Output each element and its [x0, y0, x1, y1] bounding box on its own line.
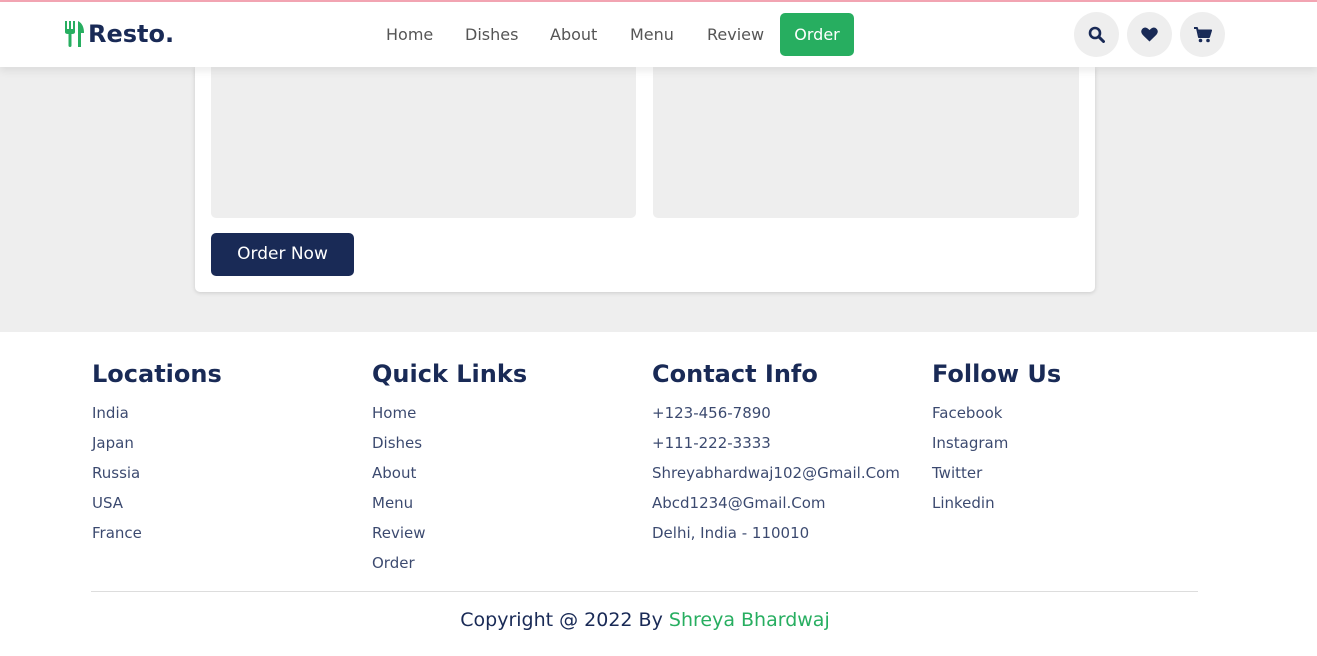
nav-dishes[interactable]: Dishes — [465, 13, 518, 56]
footer-link[interactable]: Delhi, India - 110010 — [652, 518, 912, 548]
footer-link[interactable]: Menu — [372, 488, 632, 518]
footer-link[interactable]: France — [92, 518, 352, 548]
footer-link[interactable]: +123-456-7890 — [652, 398, 912, 428]
footer-link[interactable]: Instagram — [932, 428, 1192, 458]
footer-link[interactable]: India — [92, 398, 352, 428]
footer-heading: Follow Us — [932, 360, 1062, 388]
search-button[interactable] — [1074, 12, 1119, 57]
nav-review[interactable]: Review — [707, 13, 764, 56]
credit-author-link[interactable]: Shreya Bhardwaj — [669, 609, 830, 631]
copyright-credit: Copyright @ 2022 By Shreya Bhardwaj — [0, 606, 1290, 634]
order-section: Order Now — [0, 67, 1317, 332]
footer-locations: Locations India Japan Russia USA France — [92, 358, 352, 548]
textarea-field-right[interactable] — [653, 67, 1079, 218]
nav-home[interactable]: Home — [386, 13, 433, 56]
footer-link[interactable]: About — [372, 458, 632, 488]
search-icon — [1088, 26, 1105, 43]
footer-heading: Contact Info — [652, 360, 818, 388]
footer-link[interactable]: Japan — [92, 428, 352, 458]
textarea-field-left[interactable] — [211, 67, 636, 218]
footer-link[interactable]: Russia — [92, 458, 352, 488]
favorites-button[interactable] — [1127, 12, 1172, 57]
footer-link[interactable]: Facebook — [932, 398, 1192, 428]
footer-link[interactable]: Linkedin — [932, 488, 1192, 518]
footer-link[interactable]: Review — [372, 518, 632, 548]
footer-link[interactable]: Twitter — [932, 458, 1192, 488]
nav-order[interactable]: Order — [780, 13, 854, 56]
footer-contact-info: Contact Info +123-456-7890 +111-222-3333… — [652, 358, 912, 548]
order-now-button[interactable]: Order Now — [211, 233, 354, 276]
footer-quick-links: Quick Links Home Dishes About Menu Revie… — [372, 358, 632, 578]
footer-link[interactable]: Abcd1234@Gmail.Com — [652, 488, 912, 518]
footer-heading: Locations — [92, 360, 222, 388]
nav-menu[interactable]: Menu — [630, 13, 674, 56]
heart-icon — [1141, 27, 1158, 42]
footer-link[interactable]: Shreyabhardwaj102@Gmail.Com — [652, 458, 912, 488]
credit-prefix: Copyright @ 2022 By — [460, 609, 663, 631]
nav-about[interactable]: About — [550, 13, 597, 56]
site-header: Resto. Home Dishes About Menu Review Ord… — [0, 2, 1317, 67]
main-nav: Home Dishes About Menu Review Order — [0, 13, 1317, 56]
footer-divider — [91, 591, 1198, 592]
footer-link[interactable]: +111-222-3333 — [652, 428, 912, 458]
footer-link[interactable]: Dishes — [372, 428, 632, 458]
footer-link[interactable]: USA — [92, 488, 352, 518]
order-form: Order Now — [195, 67, 1095, 292]
footer-follow-us: Follow Us Facebook Instagram Twitter Lin… — [932, 358, 1192, 518]
footer-link[interactable]: Order — [372, 548, 632, 578]
footer-heading: Quick Links — [372, 360, 528, 388]
cart-icon — [1193, 26, 1212, 42]
footer-link[interactable]: Home — [372, 398, 632, 428]
cart-button[interactable] — [1180, 12, 1225, 57]
